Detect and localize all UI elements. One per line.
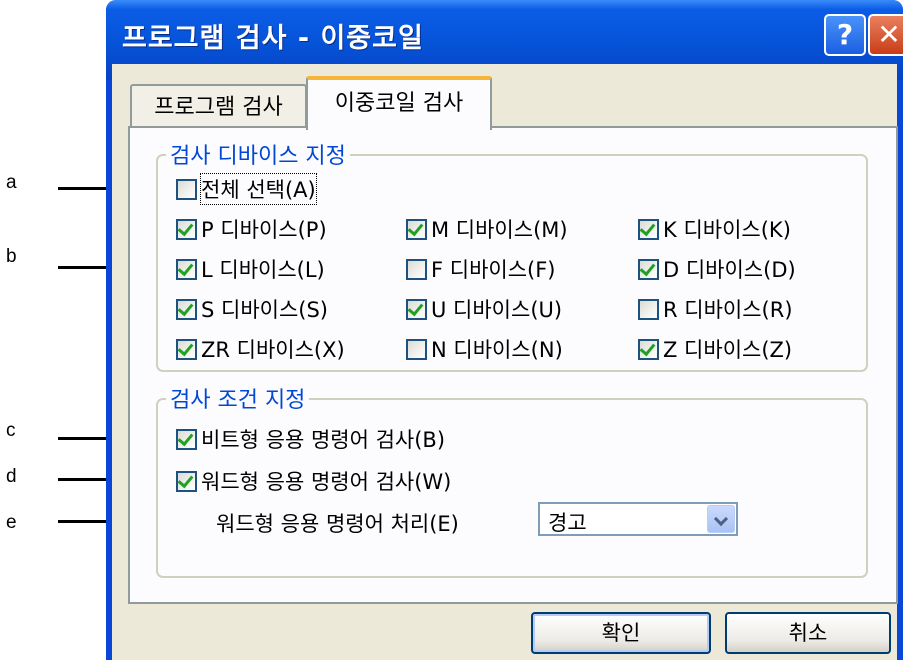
device-group-label: 검사 디바이스 지정 xyxy=(166,138,350,170)
checkbox-label: P 디바이스(P) xyxy=(201,218,327,242)
checkbox-box[interactable] xyxy=(638,298,659,320)
checkbox-label: 비트형 응용 명령어 검사(B) xyxy=(201,428,446,452)
word-instruction-check-checkbox[interactable]: 워드형 응용 명령어 검사(W) xyxy=(176,466,451,496)
select-all-label: 전체 선택(A) xyxy=(200,173,317,205)
device-checkbox-f[interactable]: F 디바이스(F) xyxy=(406,254,556,284)
callout-b: b xyxy=(6,246,17,267)
select-value: 경고 xyxy=(548,511,587,535)
ok-button[interactable]: 확인 xyxy=(531,612,711,654)
checkbox-label: D 디바이스(D) xyxy=(663,258,796,282)
checkbox-box[interactable] xyxy=(638,338,659,360)
checkbox-box[interactable] xyxy=(406,218,427,240)
condition-group-label: 검사 조건 지정 xyxy=(166,382,310,414)
checkbox-box[interactable] xyxy=(176,258,197,280)
cancel-button[interactable]: 취소 xyxy=(725,612,891,654)
close-button[interactable]: ✕ xyxy=(868,14,903,56)
checkbox-label: ZR 디바이스(X) xyxy=(201,338,345,362)
device-checkbox-d[interactable]: D 디바이스(D) xyxy=(638,254,796,284)
checkbox-label: F 디바이스(F) xyxy=(431,258,556,282)
device-checkbox-m[interactable]: M 디바이스(M) xyxy=(406,214,568,244)
checkbox-label: 워드형 응용 명령어 검사(W) xyxy=(201,470,452,494)
checkbox-box[interactable] xyxy=(176,298,197,320)
checkbox-box[interactable] xyxy=(406,298,427,320)
device-checkbox-zr[interactable]: ZR 디바이스(X) xyxy=(176,334,345,364)
dialog-window: 프로그램 검사 - 이중코일 ? ✕ 프로그램 검사 이중코일 검사 검사 디바… xyxy=(106,0,903,660)
device-checkbox-l[interactable]: L 디바이스(L) xyxy=(176,254,325,284)
dialog-client-area: 프로그램 검사 이중코일 검사 검사 디바이스 지정 전체 선택(A) P 디바… xyxy=(112,64,898,660)
window-title: 프로그램 검사 - 이중코일 xyxy=(122,23,424,54)
checkbox-label: S 디바이스(S) xyxy=(201,298,329,322)
device-checkbox-p[interactable]: P 디바이스(P) xyxy=(176,214,327,244)
checkbox-label: U 디바이스(U) xyxy=(431,298,563,322)
close-icon: ✕ xyxy=(877,18,901,51)
bit-instruction-check-checkbox[interactable]: 비트형 응용 명령어 검사(B) xyxy=(176,424,445,454)
checkbox-label: N 디바이스(N) xyxy=(431,338,563,362)
chevron-down-icon[interactable] xyxy=(707,505,735,533)
word-instruction-process-label: 워드형 응용 명령어 처리(E) xyxy=(216,512,459,536)
help-button[interactable]: ? xyxy=(824,14,866,56)
tab-panel: 검사 디바이스 지정 전체 선택(A) P 디바이스(P) M 디바이스(M) … xyxy=(128,126,898,604)
checkbox-label: M 디바이스(M) xyxy=(431,218,568,242)
checkbox-box[interactable] xyxy=(638,258,659,280)
device-checkbox-u[interactable]: U 디바이스(U) xyxy=(406,294,562,324)
checkbox-box[interactable] xyxy=(176,470,197,492)
callout-a: a xyxy=(6,172,17,193)
device-checkbox-s[interactable]: S 디바이스(S) xyxy=(176,294,328,324)
callout-d: d xyxy=(6,466,17,487)
callout-c: c xyxy=(6,420,16,441)
device-checkbox-n[interactable]: N 디바이스(N) xyxy=(406,334,563,364)
device-checkbox-z[interactable]: Z 디바이스(Z) xyxy=(638,334,792,364)
select-all-checkbox[interactable]: 전체 선택(A) xyxy=(176,173,317,205)
device-checkbox-r[interactable]: R 디바이스(R) xyxy=(638,294,793,324)
checkbox-label: Z 디바이스(Z) xyxy=(663,338,793,362)
device-checkbox-k[interactable]: K 디바이스(K) xyxy=(638,214,791,244)
help-icon: ? xyxy=(836,18,854,51)
callout-e: e xyxy=(6,512,17,533)
checkbox-label: K 디바이스(K) xyxy=(663,218,791,242)
tab-program-check[interactable]: 프로그램 검사 xyxy=(130,84,307,128)
select-all-box[interactable] xyxy=(176,178,197,200)
checkbox-label: L 디바이스(L) xyxy=(201,258,325,282)
checkbox-label: R 디바이스(R) xyxy=(663,298,793,322)
checkbox-box[interactable] xyxy=(176,218,197,240)
checkbox-box[interactable] xyxy=(638,218,659,240)
checkbox-box[interactable] xyxy=(406,338,427,360)
word-instruction-process-select[interactable]: 경고 xyxy=(538,502,738,536)
tab-double-coil-check[interactable]: 이중코일 검사 xyxy=(306,76,492,130)
checkbox-box[interactable] xyxy=(176,428,197,450)
checkbox-box[interactable] xyxy=(176,338,197,360)
checkbox-box[interactable] xyxy=(406,258,427,280)
